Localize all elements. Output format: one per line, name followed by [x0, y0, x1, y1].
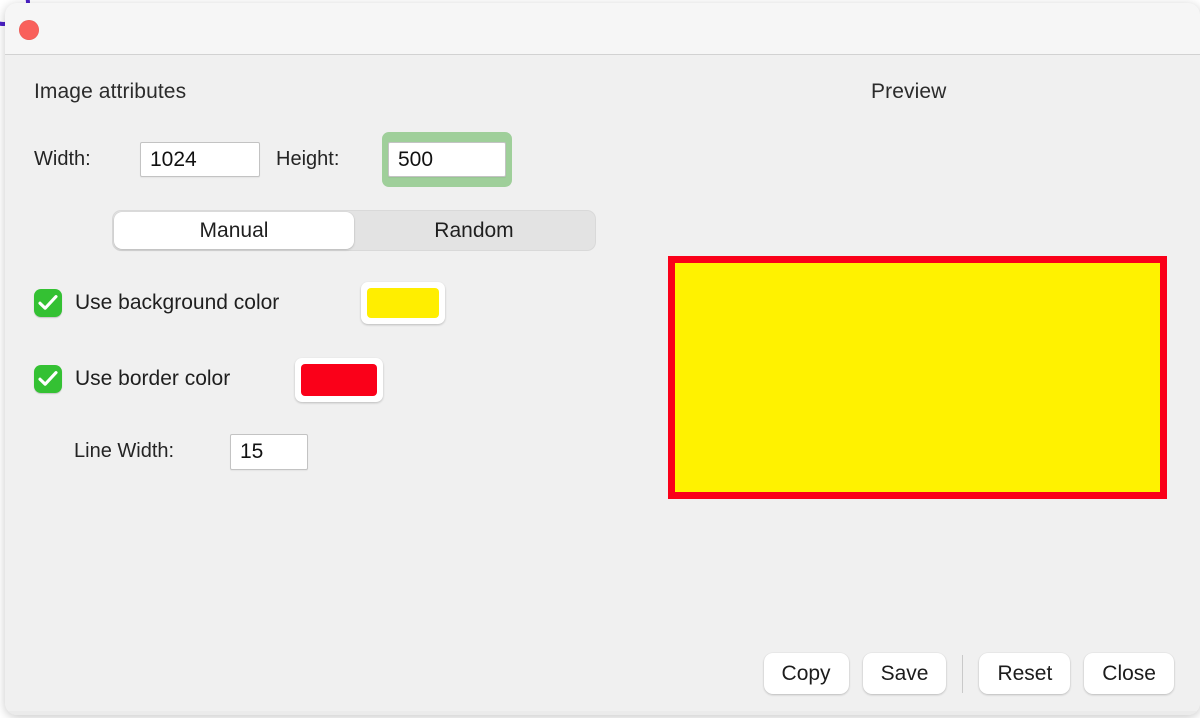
border-color-swatch[interactable] [301, 364, 377, 396]
mode-segmented-control[interactable]: Manual Random [112, 210, 596, 251]
use-border-color-checkbox[interactable] [34, 365, 62, 393]
use-background-color-label: Use background color [75, 291, 280, 314]
checkmark-icon [38, 371, 58, 386]
checkmark-icon [38, 295, 58, 310]
window-titlebar [5, 3, 1200, 55]
close-button[interactable]: Close [1084, 653, 1174, 694]
image-preview [668, 256, 1167, 499]
copy-button[interactable]: Copy [763, 653, 849, 694]
use-background-color-checkbox[interactable] [34, 289, 62, 317]
reset-button[interactable]: Reset [979, 653, 1071, 694]
window-footer-strip [5, 711, 1200, 715]
height-input[interactable] [388, 142, 506, 177]
image-attributes-window: Image attributes Preview Width: Height: … [5, 3, 1200, 715]
button-group-separator [962, 654, 964, 693]
image-attributes-heading: Image attributes [34, 80, 187, 103]
line-width-input[interactable] [230, 434, 308, 470]
segment-random[interactable]: Random [354, 212, 594, 249]
use-border-color-label: Use border color [75, 367, 231, 390]
width-input[interactable] [140, 142, 260, 177]
window-content: Image attributes Preview Width: Height: … [5, 56, 1200, 715]
background-color-swatch[interactable] [367, 288, 439, 318]
close-window-button[interactable] [19, 20, 39, 40]
border-color-well[interactable] [295, 358, 383, 402]
width-label: Width: [34, 148, 91, 170]
footer-button-bar: Copy Save Reset Close [763, 653, 1174, 694]
height-label: Height: [276, 148, 340, 170]
line-width-label: Line Width: [74, 440, 175, 462]
segment-manual[interactable]: Manual [114, 212, 354, 249]
preview-heading: Preview [871, 80, 947, 103]
save-button[interactable]: Save [862, 653, 947, 694]
background-color-well[interactable] [361, 282, 445, 324]
